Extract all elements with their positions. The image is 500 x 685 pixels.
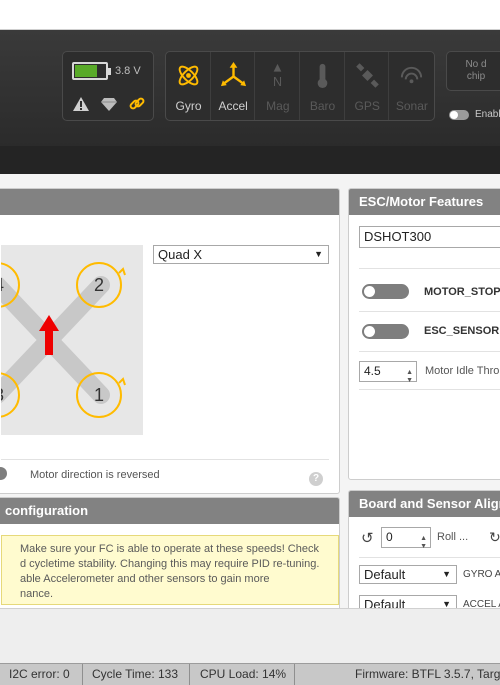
motor-1-label: 1 xyxy=(94,385,104,405)
chevron-down-icon: ▼ xyxy=(442,569,451,579)
battery-widget: 3.8 V xyxy=(62,51,154,121)
sensor-baro-label: Baro xyxy=(309,99,336,113)
motor-3-label: 3 xyxy=(1,385,4,405)
mixer-preview: 2 1 4 3 xyxy=(0,245,143,435)
warning-line: d cycletime stability. Changing this may… xyxy=(20,558,320,570)
motor-idle-label: Motor Idle Thro xyxy=(425,365,500,377)
i2c-error-status: I2C error: 0 xyxy=(9,667,70,681)
cpu-load-status: CPU Load: 14% xyxy=(200,667,287,681)
warning-line: nance. xyxy=(20,588,54,600)
gyro-icon xyxy=(178,65,199,86)
board-alignment-header: Board and Sensor Align xyxy=(349,491,500,517)
motor-stop-label: MOTOR_STOP xyxy=(424,286,500,298)
divider xyxy=(359,311,500,312)
stepper-down-icon[interactable]: ▼ xyxy=(406,371,413,390)
dataflash-line1: No d xyxy=(465,59,487,70)
esc-protocol-value: DSHOT300 xyxy=(364,229,432,244)
esc-sensor-label: ESC_SENSOR xyxy=(424,325,500,337)
motor-4-label: 4 xyxy=(1,275,4,295)
header-shadow-bar xyxy=(0,146,500,174)
motor-reverse-label: Motor direction is reversed xyxy=(30,469,160,481)
motor-stop-toggle[interactable] xyxy=(362,284,409,299)
sensor-sonar-label: Sonar xyxy=(395,99,428,113)
status-separator xyxy=(189,664,190,685)
divider xyxy=(359,351,500,352)
status-bar: I2C error: 0 Cycle Time: 133 CPU Load: 1… xyxy=(0,663,500,685)
system-config-panel: configuration Make sure your FC is able … xyxy=(0,497,340,617)
mixer-panel: 2 1 4 3 Quad X ▼ Motor direction is reve… xyxy=(0,188,340,494)
expert-mode-label: Enable xyxy=(475,109,500,120)
divider xyxy=(359,389,500,390)
mixer-type-select[interactable]: Quad X ▼ xyxy=(153,245,329,264)
warning-icon xyxy=(73,97,89,111)
diamond-icon xyxy=(101,98,117,111)
dataflash-status: No d chip xyxy=(446,51,500,91)
sensor-accel: Accel xyxy=(211,52,256,120)
main-content: 2 1 4 3 Quad X ▼ Motor direction is reve… xyxy=(0,174,500,620)
roll-value: 0 xyxy=(386,530,393,544)
board-alignment-panel: Board and Sensor Align ↺ 0 ▲ ▼ Roll ... … xyxy=(348,490,500,620)
firmware-status: Firmware: BTFL 3.5.7, Targ xyxy=(355,667,500,681)
warning-note: Make sure your FC is able to operate at … xyxy=(1,535,339,605)
dataflash-line2: chip xyxy=(466,71,486,82)
esc-motor-header: ESC/Motor Features xyxy=(349,189,500,215)
sensor-accel-label: Accel xyxy=(218,99,248,113)
mixer-type-value: Quad X xyxy=(158,247,203,262)
gps-icon xyxy=(355,63,379,88)
divider xyxy=(1,459,329,460)
status-separator xyxy=(294,664,295,685)
help-icon[interactable]: ? xyxy=(309,472,323,486)
mixer-panel-header xyxy=(0,189,339,215)
battery-icon xyxy=(72,62,111,80)
quad-x-diagram: 2 1 4 3 xyxy=(0,262,126,418)
warning-line: Make sure your FC is able to operate at … xyxy=(20,543,319,555)
sensor-status-group: Gyro Accel N Mag Baro GPS Sonar xyxy=(165,51,435,121)
divider xyxy=(359,268,500,269)
motor-reverse-toggle[interactable] xyxy=(0,467,7,480)
cycle-time-status: Cycle Time: 133 xyxy=(92,667,179,681)
esc-protocol-select[interactable]: DSHOT300 xyxy=(359,226,500,248)
status-separator xyxy=(82,664,83,685)
warning-line: able Accelerometer and other sensors to … xyxy=(20,573,270,585)
roll-stepper[interactable]: 0 ▲ ▼ xyxy=(381,527,431,550)
gyro-alignment-value: Default xyxy=(364,567,406,582)
sonar-icon xyxy=(401,66,423,84)
stepper-down-icon[interactable]: ▼ xyxy=(420,537,427,556)
gyro-alignment-select[interactable]: Default ▼ xyxy=(359,565,457,584)
chevron-down-icon: ▼ xyxy=(314,249,323,259)
sensor-sonar: Sonar xyxy=(389,52,434,120)
esc-motor-panel: ESC/Motor Features DSHOT300 MOTOR_STOP E… xyxy=(348,188,500,480)
bottom-toolbar xyxy=(0,608,500,663)
system-config-header: configuration xyxy=(0,498,339,524)
rotate-icon: ↻ xyxy=(489,529,500,545)
mag-icon: N xyxy=(273,63,282,89)
expert-mode-toggle[interactable] xyxy=(449,110,469,120)
mag-north-letter: N xyxy=(273,75,282,89)
divider xyxy=(359,557,500,558)
sensor-gyro-label: Gyro xyxy=(175,99,202,113)
gyro-alignment-label: GYRO A xyxy=(463,569,500,580)
battery-level-fill xyxy=(75,65,97,77)
motor-idle-value: 4.5 xyxy=(364,364,381,378)
window-top-strip xyxy=(0,0,500,30)
link-icon[interactable] xyxy=(128,95,146,113)
battery-voltage: 3.8 V xyxy=(115,65,141,77)
sensor-gps: GPS xyxy=(345,52,390,120)
sensor-gyro: Gyro xyxy=(166,52,211,120)
sensor-mag-label: Mag xyxy=(266,99,290,113)
sensor-gps-label: GPS xyxy=(354,99,380,113)
sensor-baro: Baro xyxy=(300,52,345,120)
rotate-icon: ↺ xyxy=(361,530,374,547)
baro-icon xyxy=(317,63,328,89)
sensor-mag: N Mag xyxy=(255,52,301,120)
accel-icon xyxy=(220,62,246,87)
esc-sensor-toggle[interactable] xyxy=(362,324,409,339)
roll-label: Roll ... xyxy=(437,531,469,543)
motor-idle-stepper[interactable]: 4.5 ▲ ▼ xyxy=(359,361,417,384)
motor-2-label: 2 xyxy=(94,275,104,295)
